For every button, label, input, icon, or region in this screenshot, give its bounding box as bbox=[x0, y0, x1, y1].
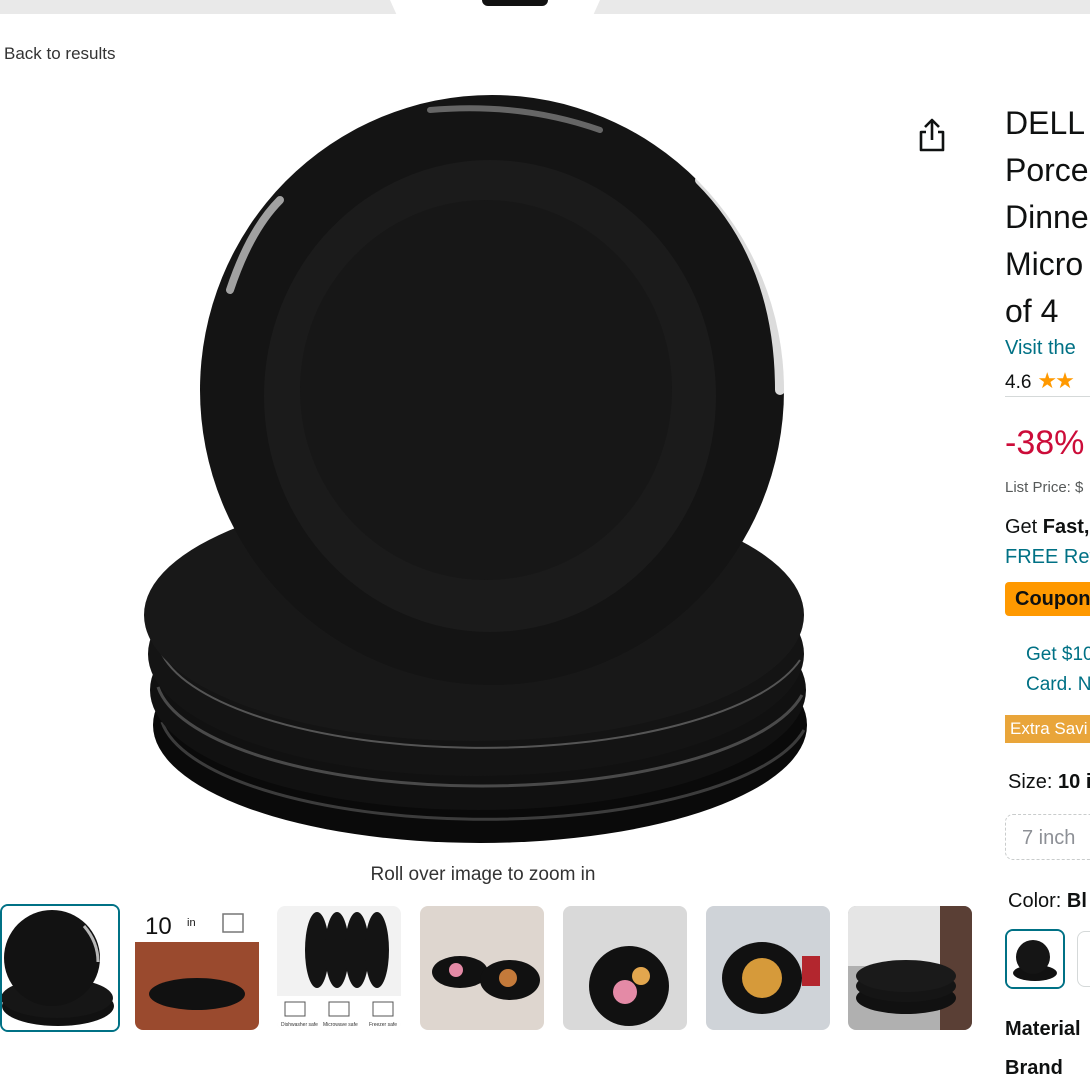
free-returns-link[interactable]: FREE Ret bbox=[1005, 546, 1090, 569]
thumbnail-1-selected[interactable] bbox=[0, 904, 120, 1032]
thumbnail-features-image: Dishwasher safe Microwave safe Freezer s… bbox=[277, 906, 401, 1030]
thumbnail-7[interactable] bbox=[848, 906, 972, 1030]
feature-caption-2: Microwave safe bbox=[323, 1022, 358, 1028]
promo-line-2: Card. N bbox=[1026, 674, 1090, 695]
back-to-results-link[interactable]: Back to results bbox=[4, 44, 116, 64]
thumbnail-plates-image bbox=[2, 906, 118, 1030]
star-icon: ★★ bbox=[1037, 368, 1074, 393]
color-label: Color: Bl bbox=[1008, 890, 1087, 913]
thumbnail-kitchen-image bbox=[848, 906, 972, 1030]
thumbnail-donut-plate-image bbox=[563, 906, 687, 1030]
thumbnail-4[interactable] bbox=[420, 906, 544, 1030]
thumbnail-2[interactable]: 10 in bbox=[135, 906, 259, 1030]
thumbnail-size-image: 10 in bbox=[135, 906, 259, 1030]
thumbnail-3[interactable]: Dishwasher safe Microwave safe Freezer s… bbox=[277, 906, 401, 1030]
share-icon[interactable] bbox=[914, 116, 950, 156]
product-title-line-5: of 4 bbox=[1005, 293, 1059, 329]
size-label: Size: 10 i bbox=[1008, 771, 1090, 794]
size-option-7-inch[interactable]: 7 inch bbox=[1005, 814, 1090, 860]
feature-caption-1: Dishwasher safe bbox=[281, 1022, 318, 1028]
attribute-material-label: Material bbox=[1005, 1018, 1081, 1040]
thumbnail-5[interactable] bbox=[563, 906, 687, 1030]
visit-store-link[interactable]: Visit the bbox=[1005, 337, 1076, 360]
size-label-text: Size: bbox=[1008, 771, 1059, 793]
plates-stack-image bbox=[144, 95, 807, 843]
main-product-image[interactable] bbox=[140, 90, 830, 860]
thumbnail-size-number: 10 bbox=[145, 913, 172, 940]
top-banner-strip bbox=[0, 0, 1090, 14]
thumbnail-pasta-image bbox=[706, 906, 830, 1030]
product-title-line-4: Micro bbox=[1005, 246, 1084, 282]
divider bbox=[1005, 396, 1090, 397]
thumbnail-size-unit: in bbox=[187, 917, 196, 929]
product-title-line-2: Porce bbox=[1005, 152, 1089, 188]
gift-card-promo-link[interactable]: Get $10 Card. N bbox=[1026, 640, 1090, 700]
discount-percent: -38% bbox=[1005, 424, 1085, 462]
coupon-badge: Coupon bbox=[1005, 582, 1090, 616]
product-info-panel: DELL Porce Dinne Micro of 4 Visit the 4.… bbox=[1005, 0, 1090, 1090]
size-selected-value: 10 i bbox=[1058, 771, 1090, 793]
attribute-brand-label: Brand bbox=[1005, 1057, 1063, 1079]
feature-caption-3: Freezer safe bbox=[369, 1022, 397, 1028]
color-label-text: Color: bbox=[1008, 890, 1067, 912]
thumbnail-strip: 10 in Dishwasher safe Microwave safe Fre… bbox=[0, 904, 980, 1036]
zoom-hint: Roll over image to zoom in bbox=[370, 864, 596, 885]
color-swatch-black[interactable] bbox=[1005, 929, 1065, 989]
swatch-plates-image bbox=[1007, 931, 1063, 987]
product-title-line-1: DELL bbox=[1005, 105, 1086, 141]
extra-savings-badge[interactable]: Extra Savi bbox=[1005, 715, 1090, 743]
rating-value: 4.6 bbox=[1005, 372, 1032, 393]
delivery-speed: Fast, bbox=[1042, 516, 1090, 538]
product-title-line-3: Dinne bbox=[1005, 199, 1089, 235]
color-swatch-other[interactable] bbox=[1077, 931, 1090, 987]
thumbnail-donut-table-image bbox=[420, 906, 544, 1030]
banner-graphic bbox=[482, 0, 548, 6]
delivery-info: Get Fast, bbox=[1005, 516, 1089, 539]
product-title: DELL Porce Dinne Micro of 4 bbox=[1005, 100, 1089, 335]
list-price: List Price: $ bbox=[1005, 479, 1084, 496]
promo-line-1: Get $10 bbox=[1026, 644, 1090, 665]
color-selected-value: Bl bbox=[1066, 890, 1087, 912]
rating-summary[interactable]: 4.6 ★★ bbox=[1005, 368, 1075, 394]
thumbnail-6[interactable] bbox=[706, 906, 830, 1030]
delivery-prefix: Get bbox=[1005, 516, 1043, 538]
